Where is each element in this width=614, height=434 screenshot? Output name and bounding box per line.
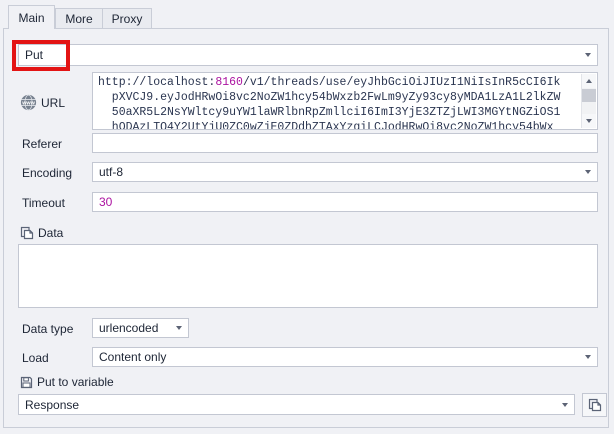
chevron-down-icon [585, 53, 591, 57]
url-label-text: URL [41, 96, 65, 110]
referer-input[interactable] [92, 133, 598, 153]
url-label: www URL [20, 94, 65, 111]
data-type-label: Data type [22, 322, 73, 336]
timeout-label: Timeout [22, 196, 65, 210]
chevron-down-icon [176, 326, 182, 330]
load-select[interactable]: Content only [92, 347, 598, 367]
data-textarea[interactable] [18, 244, 598, 308]
scroll-up-icon [586, 79, 592, 83]
globe-www-icon: www [20, 94, 37, 111]
method-value: Put [25, 48, 43, 62]
url-line-4: hODAzLTQ4Y2UtYjU0ZC0wZjE0ZDdhZTAxYzgiLCJ… [98, 120, 592, 130]
floppy-disk-icon [20, 376, 33, 389]
chevron-down-icon [585, 355, 591, 359]
referer-label: Referer [22, 137, 62, 151]
encoding-select[interactable]: utf-8 [92, 162, 598, 182]
svg-text:www: www [21, 101, 35, 107]
url-input[interactable]: http://localhost:8160/v1/threads/use/eyJ… [92, 72, 598, 130]
data-label: Data [20, 226, 63, 240]
tab-more-label: More [65, 12, 92, 26]
data-label-text: Data [38, 226, 63, 240]
timeout-value: 30 [99, 195, 112, 209]
url-line-3: 50aXR5L2NsYWltcy9uYW1laWRlbnRpZmllciI6Im… [98, 105, 592, 120]
data-type-value: urlencoded [99, 321, 158, 335]
url-port: 8160 [215, 76, 243, 89]
put-to-variable-label-text: Put to variable [37, 375, 114, 389]
chevron-down-icon [562, 403, 568, 407]
url-host: http://localhost: [98, 76, 215, 89]
copy-pages-icon [20, 226, 34, 240]
url-line-1: http://localhost:8160/v1/threads/use/eyJ… [98, 75, 592, 90]
url-scrollbar[interactable] [581, 74, 596, 128]
copy-pages-icon [588, 398, 602, 412]
tab-main-label: Main [18, 11, 44, 25]
http-request-dialog: Main More Proxy Put www URL http://local… [0, 0, 614, 434]
scrollbar-thumb[interactable] [582, 89, 596, 102]
encoding-label: Encoding [22, 166, 72, 180]
url-path-token: /v1/threads/use/eyJhbGciOiJIUzI1NiIsInR5… [243, 76, 560, 89]
method-select[interactable]: Put [18, 44, 598, 66]
tab-proxy-label: Proxy [112, 12, 143, 26]
load-label: Load [22, 351, 49, 365]
encoding-value: utf-8 [99, 165, 123, 179]
scroll-down-icon [586, 119, 592, 123]
data-type-select[interactable]: urlencoded [92, 318, 189, 338]
tab-more[interactable]: More [55, 8, 103, 29]
tab-proxy[interactable]: Proxy [102, 8, 152, 29]
load-value: Content only [99, 350, 166, 364]
tab-main[interactable]: Main [8, 5, 55, 29]
put-to-variable-label: Put to variable [20, 375, 114, 389]
put-to-variable-value: Response [25, 398, 79, 412]
scroll-up-button[interactable] [582, 74, 596, 88]
scroll-down-button[interactable] [582, 114, 596, 128]
chevron-down-icon [585, 170, 591, 174]
url-line-2: pXVCJ9.eyJodHRwOi8vc2NoZW1hcy54bWxzb2FwL… [98, 90, 592, 105]
put-to-variable-select[interactable]: Response [18, 394, 575, 415]
copy-variable-button[interactable] [582, 393, 607, 417]
timeout-input[interactable]: 30 [92, 192, 598, 212]
